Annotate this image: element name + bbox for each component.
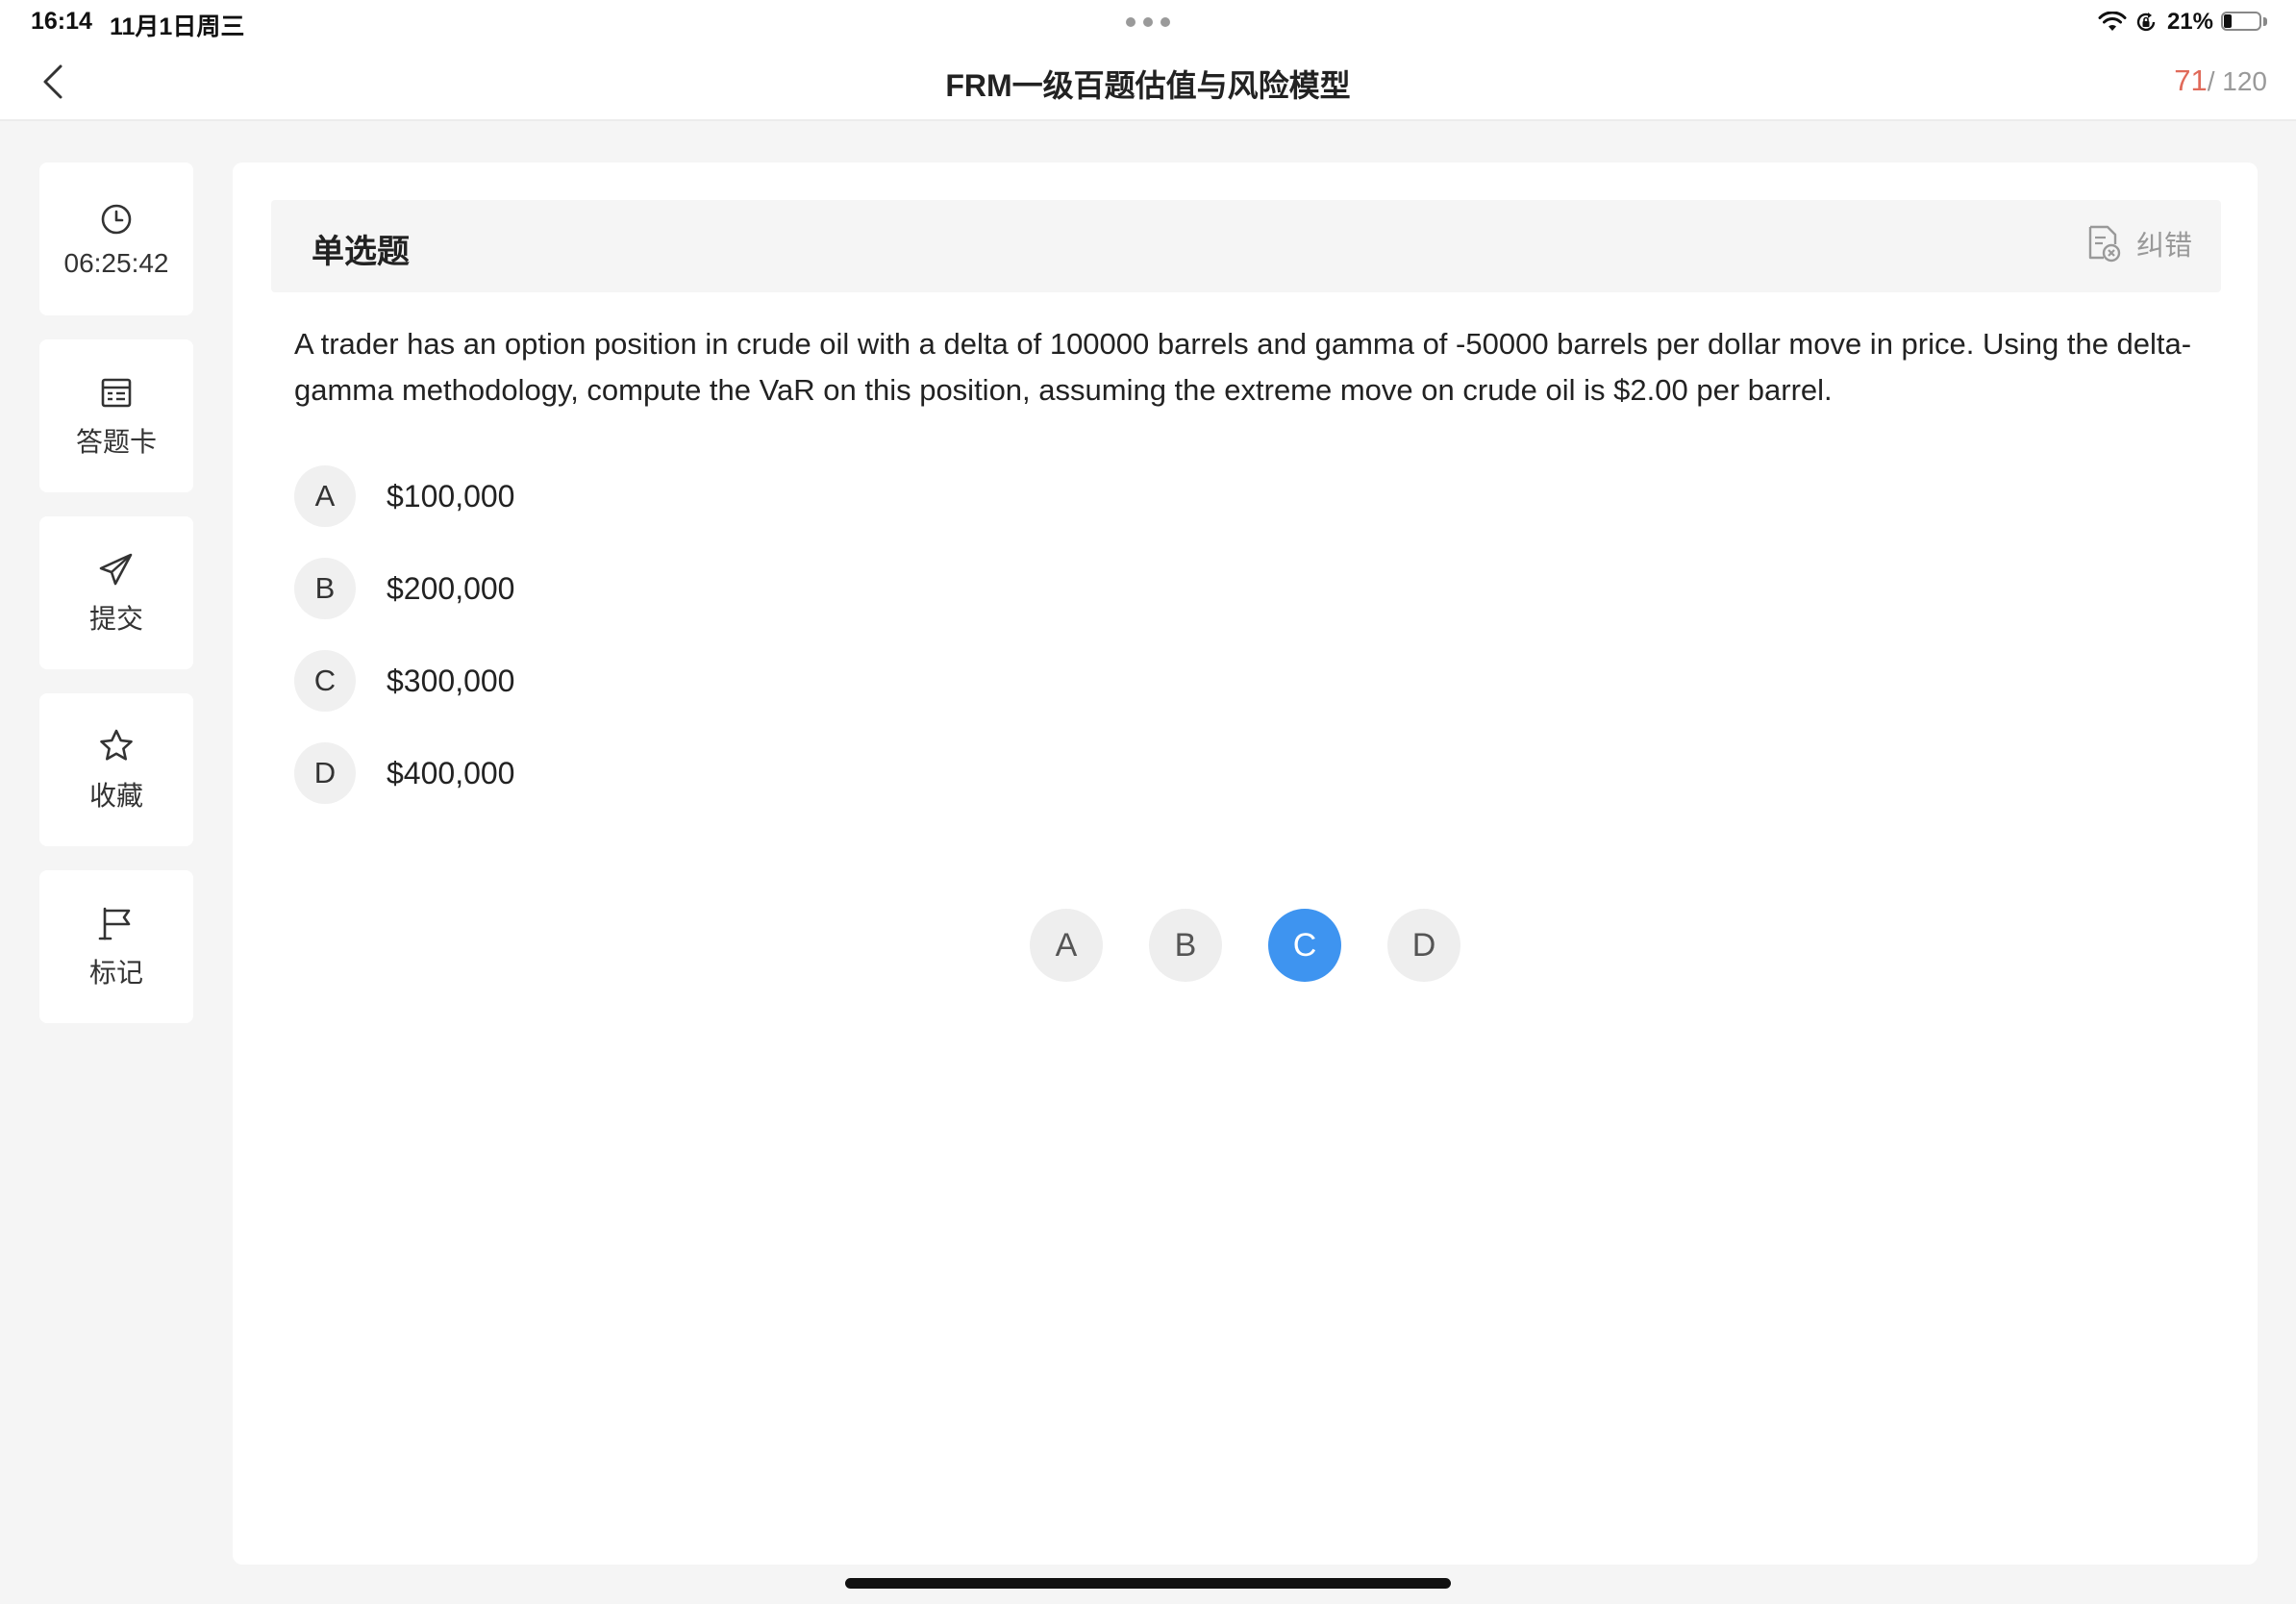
flag-icon xyxy=(98,907,131,940)
answer-bubble-c[interactable]: C xyxy=(1268,909,1341,982)
question-progress: 71/ 120 xyxy=(2174,63,2267,98)
submit-button[interactable]: 提交 xyxy=(39,516,193,669)
option-c[interactable]: C $300,000 xyxy=(294,650,514,712)
wifi-icon xyxy=(2098,12,2127,31)
option-d[interactable]: D $400,000 xyxy=(294,742,514,804)
option-letter: B xyxy=(294,558,356,619)
question-panel: 单选题 纠错 A trader has an option position i… xyxy=(233,163,2258,1565)
multitasking-dots-icon[interactable] xyxy=(1126,17,1170,27)
star-icon xyxy=(100,729,133,761)
orientation-lock-icon xyxy=(2136,13,2156,32)
battery-percent: 21% xyxy=(2166,9,2213,35)
answer-bubble-b[interactable]: B xyxy=(1149,909,1222,982)
clock-icon xyxy=(101,204,132,234)
page-title: FRM一级百题估值与风险模型 xyxy=(945,68,1351,103)
answer-sheet-icon xyxy=(101,378,132,407)
answer-selector: A B C D xyxy=(1030,909,1507,982)
question-text: A trader has an option position in crude… xyxy=(294,327,2192,407)
paper-plane-icon xyxy=(99,553,133,585)
answer-bubble-d[interactable]: D xyxy=(1387,909,1460,982)
answer-card-label: 答题卡 xyxy=(75,426,157,457)
report-error-icon xyxy=(2088,225,2121,263)
question-type: 单选题 xyxy=(312,234,410,270)
favorite-label: 收藏 xyxy=(88,780,143,811)
option-letter: C xyxy=(294,650,356,712)
timer-value: 06:25:42 xyxy=(63,247,169,278)
option-text: $200,000 xyxy=(387,570,515,606)
option-letter: A xyxy=(294,465,356,527)
progress-total: / 120 xyxy=(2207,66,2267,96)
progress-current: 71 xyxy=(2174,63,2208,97)
favorite-button[interactable]: 收藏 xyxy=(39,693,193,846)
home-indicator[interactable] xyxy=(845,1578,1451,1589)
option-text: $400,000 xyxy=(387,755,515,790)
option-letter: D xyxy=(294,742,356,804)
status-time: 16:14 xyxy=(31,8,92,35)
option-text: $100,000 xyxy=(387,478,515,514)
report-error-button[interactable]: 纠错 xyxy=(2084,223,2192,263)
option-a[interactable]: A $100,000 xyxy=(294,465,514,527)
nav-bar: FRM一级百题估值与风险模型 71/ 120 xyxy=(0,44,2296,121)
status-bar: 16:14 11月1日周三 21% xyxy=(0,0,2296,44)
mark-button[interactable]: 标记 xyxy=(39,870,193,1023)
mark-label: 标记 xyxy=(88,957,143,988)
battery-icon xyxy=(2221,12,2269,33)
option-text: $300,000 xyxy=(387,663,515,698)
answer-bubble-a[interactable]: A xyxy=(1030,909,1103,982)
submit-label: 提交 xyxy=(88,603,143,634)
status-date: 11月1日周三 xyxy=(110,13,245,40)
question-type-header: 单选题 纠错 xyxy=(271,200,2221,292)
status-indicators: 21% xyxy=(2098,6,2269,38)
report-error-label: 纠错 xyxy=(2135,231,2192,262)
option-b[interactable]: B $200,000 xyxy=(294,558,514,619)
option-list: A $100,000 B $200,000 C $300,000 D $400,… xyxy=(294,465,514,835)
sidebar: 06:25:42 答题卡 提交 收藏 标记 xyxy=(39,163,193,1047)
answer-card-button[interactable]: 答题卡 xyxy=(39,339,193,492)
timer-card[interactable]: 06:25:42 xyxy=(39,163,193,315)
